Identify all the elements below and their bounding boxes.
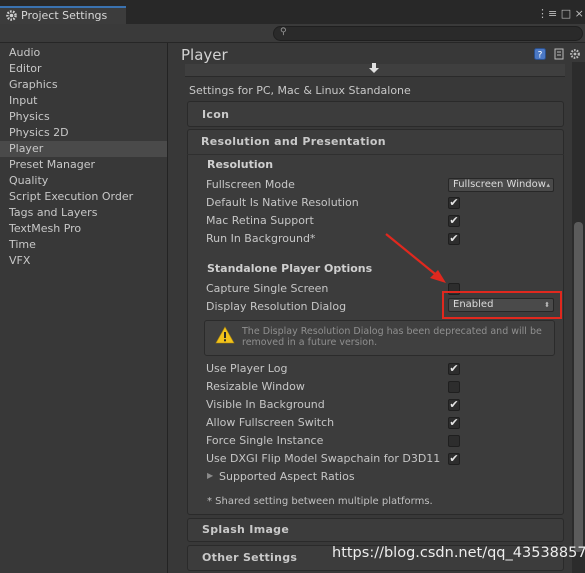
tab-title: Project Settings [21, 9, 108, 22]
sidebar-item-preset-manager[interactable]: Preset Manager [0, 157, 167, 173]
dxgi-checkbox[interactable]: ✔ [448, 453, 460, 465]
settings-sidebar: Audio Editor Graphics Input Physics Phys… [0, 43, 168, 573]
help-icon[interactable]: ? [534, 48, 546, 60]
resolution-heading: Resolution [207, 158, 274, 171]
annotation-arrow [385, 233, 446, 283]
force-single-instance-label: Force Single Instance [206, 434, 324, 447]
sidebar-item-graphics[interactable]: Graphics [0, 77, 167, 93]
section-icon-title: Icon [202, 108, 230, 121]
sidebar-item-physics-2d[interactable]: Physics 2D [0, 125, 167, 141]
search-input[interactable]: ⚲ [273, 26, 583, 41]
sidebar-item-audio[interactable]: Audio [0, 45, 167, 61]
fullscreen-mode-value: Fullscreen Window [453, 179, 546, 190]
allow-fullscreen-switch-label: Allow Fullscreen Switch [206, 416, 335, 429]
fullscreen-mode-dropdown[interactable]: Fullscreen Window ▴ [448, 178, 554, 192]
sidebar-item-vfx[interactable]: VFX [0, 253, 167, 269]
section-icon[interactable]: Icon [187, 101, 564, 127]
gear-icon [6, 10, 17, 21]
display-dialog-label: Display Resolution Dialog [206, 300, 347, 313]
visible-background-label: Visible In Background [206, 398, 325, 411]
default-native-checkbox[interactable]: ✔ [448, 197, 460, 209]
section-splash-title: Splash Image [202, 523, 290, 536]
menu-icon[interactable]: ⋮≡ □ × [537, 7, 584, 20]
sidebar-item-input[interactable]: Input [0, 93, 167, 109]
warning-icon [215, 326, 235, 344]
use-player-log-label: Use Player Log [206, 362, 288, 375]
watermark-text: https://blog.csdn.net/qq_43538857 [332, 545, 585, 561]
download-icon[interactable] [368, 62, 380, 77]
mac-retina-checkbox[interactable]: ✔ [448, 215, 460, 227]
force-single-instance-checkbox[interactable] [448, 435, 460, 447]
sidebar-item-quality[interactable]: Quality [0, 173, 167, 189]
platform-label: Settings for PC, Mac & Linux Standalone [189, 84, 411, 97]
mac-retina-label: Mac Retina Support [206, 214, 314, 227]
sidebar-item-textmesh-pro[interactable]: TextMesh Pro [0, 221, 167, 237]
sidebar-item-player[interactable]: Player [0, 141, 167, 157]
standalone-heading: Standalone Player Options [207, 262, 373, 275]
search-icon: ⚲ [280, 27, 287, 37]
sidebar-item-physics[interactable]: Physics [0, 109, 167, 125]
settings-icon[interactable] [569, 48, 581, 60]
foldout-arrow-icon[interactable]: ▶ [207, 471, 213, 480]
use-player-log-checkbox[interactable]: ✔ [448, 363, 460, 375]
capture-single-screen-label: Capture Single Screen [206, 282, 329, 295]
resizable-window-label: Resizable Window [206, 380, 305, 393]
section-splash-image[interactable]: Splash Image [187, 518, 564, 542]
sidebar-item-tags-and-layers[interactable]: Tags and Layers [0, 205, 167, 221]
run-background-label: Run In Background* [206, 232, 316, 245]
warning-text: The Display Resolution Dialog has been d… [242, 326, 542, 348]
sidebar-item-time[interactable]: Time [0, 237, 167, 253]
shared-setting-note: * Shared setting between multiple platfo… [207, 496, 433, 507]
section-resolution-title: Resolution and Presentation [201, 135, 386, 148]
dxgi-label: Use DXGI Flip Model Swapchain for D3D11 [206, 452, 441, 465]
chevron-down-icon: ▴ [546, 181, 550, 189]
default-native-label: Default Is Native Resolution [206, 196, 359, 209]
tab-project-settings[interactable]: Project Settings [0, 6, 126, 24]
svg-text:?: ? [538, 51, 543, 61]
section-resolution-header[interactable]: Resolution and Presentation [187, 129, 564, 155]
scrollbar-thumb[interactable] [574, 222, 583, 552]
supported-aspect-label[interactable]: Supported Aspect Ratios [219, 470, 355, 483]
resizable-window-checkbox[interactable] [448, 381, 460, 393]
fullscreen-mode-label: Fullscreen Mode [206, 178, 295, 191]
section-other-title: Other Settings [202, 551, 298, 564]
annotation-highlight-box [442, 291, 562, 319]
allow-fullscreen-switch-checkbox[interactable]: ✔ [448, 417, 460, 429]
sidebar-item-editor[interactable]: Editor [0, 61, 167, 77]
page-title: Player [181, 46, 228, 64]
sidebar-item-script-execution-order[interactable]: Script Execution Order [0, 189, 167, 205]
visible-background-checkbox[interactable]: ✔ [448, 399, 460, 411]
preset-icon[interactable] [553, 48, 565, 60]
